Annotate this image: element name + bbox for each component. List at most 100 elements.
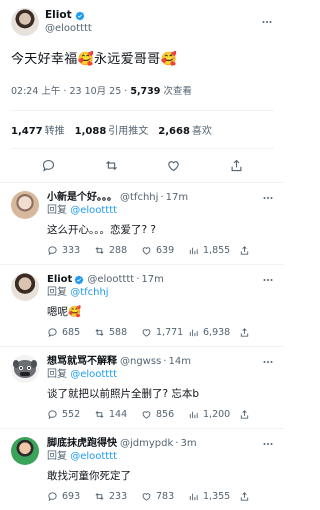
retweet-icon (95, 411, 104, 418)
view-count[interactable]: 1,200 (188, 409, 235, 420)
stat-likes[interactable]: 2,668 喜欢 (158, 122, 212, 137)
like-icon (142, 329, 151, 337)
like-count[interactable]: 783 (141, 491, 188, 502)
avatar[interactable] (11, 191, 39, 219)
reply-display-name[interactable]: 小新是个好。。。 (47, 191, 117, 204)
retweet-count[interactable]: 233 (94, 491, 141, 502)
reply-icon[interactable] (41, 158, 56, 173)
reply-icon (48, 492, 57, 502)
stat-quotes[interactable]: 1,088 引用推文 (75, 122, 149, 137)
avatar[interactable] (11, 437, 39, 465)
reply-item[interactable]: 小新是个好。。。 @tfchhj · 17m 回复 @elootttt 这么开心… (0, 182, 284, 264)
separator-dot: · (160, 192, 164, 203)
more-icon[interactable] (260, 15, 274, 29)
separator-dot: · (136, 274, 140, 285)
share-button[interactable] (239, 409, 250, 420)
reply-text: 谈了就把以前照片全删了? 忘本b (47, 388, 200, 400)
tweet-stats: 1,477 转推 1,088 引用推文 2,668 喜欢 (11, 111, 274, 148)
replying-to-link[interactable]: @elootttt (70, 451, 117, 462)
handle[interactable]: @elootttt (45, 22, 260, 35)
retweet-icon[interactable] (104, 158, 119, 173)
tweet-text: 今天好幸福🥰永远爱哥哥🥰 (11, 52, 177, 67)
replying-to-link[interactable]: @elootttt (70, 369, 117, 380)
avatar[interactable] (11, 8, 39, 36)
more-icon[interactable] (262, 438, 274, 450)
tweet-meta: 02:24 上午 · 23 10月 25 · 5,739 次查看 (11, 83, 274, 97)
view-count[interactable]: 6,938 (188, 327, 235, 338)
reply-handle[interactable]: @tfchhj (120, 191, 158, 204)
share-button[interactable] (239, 491, 250, 502)
share-icon (240, 328, 249, 337)
more-icon[interactable] (262, 356, 274, 368)
reply-actions: 693 233 783 1,355 (47, 491, 274, 502)
like-count[interactable]: 639 (141, 245, 188, 256)
reply-display-name[interactable]: 想骂就骂不解释 (47, 355, 117, 368)
retweet-count[interactable]: 288 (94, 245, 141, 256)
reply-display-name[interactable]: 脚底抹虎跑得快 (47, 437, 117, 450)
like-icon (142, 411, 151, 419)
reply-actions: 685 588 1,771 6,938 (47, 327, 274, 338)
like-icon (142, 247, 151, 255)
like-count[interactable]: 856 (141, 409, 188, 420)
share-icon (240, 492, 249, 501)
share-button[interactable] (239, 245, 250, 256)
tweet-time[interactable]: 02:24 上午 · 23 10月 25 · (11, 86, 130, 97)
share-icon[interactable] (229, 158, 244, 173)
reply-time[interactable]: 17m (141, 273, 163, 286)
reply-time[interactable]: 17m (166, 191, 188, 204)
views-icon (189, 247, 198, 255)
reply-count[interactable]: 552 (47, 409, 94, 420)
reply-item[interactable]: Eliot @elootttt · 17m 回复 @tfchhj 嗯呢🥰 685… (0, 264, 284, 346)
views-icon (189, 493, 198, 501)
separator-dot: · (163, 356, 167, 367)
stat-retweets[interactable]: 1,477 转推 (11, 122, 65, 137)
main-tweet: Eliot @elootttt 今天好幸福🥰永远爱哥哥🥰 02:24 上午 · … (0, 0, 284, 182)
like-icon[interactable] (166, 158, 181, 173)
views-count: 5,739 (130, 86, 161, 97)
reply-icon (48, 328, 57, 338)
reply-count[interactable]: 333 (47, 245, 94, 256)
verified-icon (75, 11, 84, 20)
reply-item[interactable]: 想骂就骂不解释 @ngwss · 14m 回复 @elootttt 谈了就把以前… (0, 346, 284, 428)
retweet-icon (95, 493, 104, 500)
more-icon[interactable] (262, 274, 274, 286)
reply-handle[interactable]: @jdmypdk (120, 437, 173, 450)
view-count[interactable]: 1,355 (188, 491, 235, 502)
retweet-count[interactable]: 588 (94, 327, 141, 338)
replying-to: 回复 @elootttt (47, 205, 118, 216)
replying-to-link[interactable]: @tfchhj (70, 287, 108, 298)
share-icon (240, 246, 249, 255)
reply-handle[interactable]: @elootttt (87, 273, 134, 286)
action-bar (11, 149, 274, 182)
view-count[interactable]: 1,855 (188, 245, 235, 256)
reply-icon (48, 410, 57, 420)
replying-to-link[interactable]: @elootttt (70, 205, 117, 216)
like-count[interactable]: 1,771 (141, 327, 188, 338)
reply-actions: 552 144 856 1,200 (47, 409, 274, 420)
replying-to: 回复 @tfchhj (47, 287, 109, 298)
reply-text: 敢找河童你死定了 (47, 470, 131, 482)
views-icon (189, 329, 198, 337)
replying-to: 回复 @elootttt (47, 369, 118, 380)
avatar[interactable] (11, 355, 39, 383)
reply-time[interactable]: 3m (180, 437, 196, 450)
verified-icon (75, 275, 84, 284)
retweet-icon (95, 329, 104, 336)
author-names: Eliot @elootttt (45, 9, 260, 35)
share-icon (240, 410, 249, 419)
share-button[interactable] (239, 327, 250, 338)
reply-time[interactable]: 14m (168, 355, 190, 368)
like-icon (142, 493, 151, 501)
avatar[interactable] (11, 273, 39, 301)
more-icon[interactable] (262, 192, 274, 204)
reply-handle[interactable]: @ngwss (120, 355, 161, 368)
reply-display-name[interactable]: Eliot (47, 273, 72, 286)
retweet-count[interactable]: 144 (94, 409, 141, 420)
reply-item[interactable]: 脚底抹虎跑得快 @jdmypdk · 3m 回复 @elootttt 敢找河童你… (0, 428, 284, 510)
retweet-icon (95, 247, 104, 254)
author-row: Eliot @elootttt (11, 7, 274, 37)
reply-count[interactable]: 693 (47, 491, 94, 502)
reply-count[interactable]: 685 (47, 327, 94, 338)
display-name[interactable]: Eliot (45, 9, 72, 22)
reply-list: 小新是个好。。。 @tfchhj · 17m 回复 @elootttt 这么开心… (0, 182, 284, 510)
